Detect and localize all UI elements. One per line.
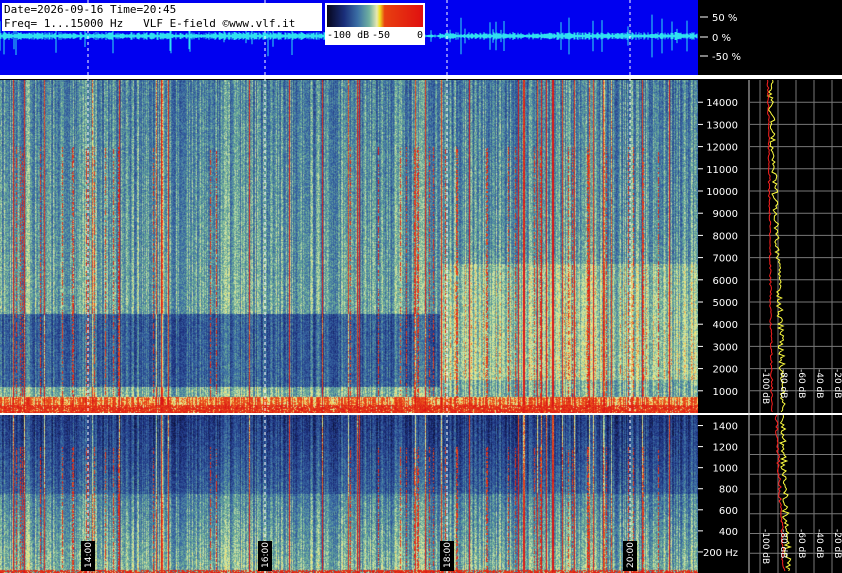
upper-freq-tick-12: 13000: [706, 120, 738, 131]
upper-freq-tick-13: 14000: [706, 98, 738, 109]
time-marker-label-2: 18:00: [443, 542, 453, 568]
spectrum-db-label-lower-2: -60 dB: [796, 529, 806, 558]
spectrum-db-label-upper-4: -20 dB: [832, 369, 842, 398]
color-scale: -100 dB -50 0: [325, 3, 425, 45]
spectrum-db-label-lower-3: -40 dB: [814, 529, 824, 558]
lower-freq-tick-4: 1000: [713, 464, 738, 475]
lower-frequency-axis: 200 Hz 400 600 800 1000 1200 1400: [698, 415, 740, 573]
upper-freq-tick-1: 2000: [713, 365, 738, 376]
spectrum-db-label-upper-1: -80 dB: [778, 369, 788, 398]
spectrum-db-label-lower-0: -100 dB: [760, 529, 770, 564]
upper-freq-tick-9: 10000: [706, 187, 738, 198]
info-header: Date=2026-09-16 Time=20:45 Freq= 1...150…: [2, 3, 322, 31]
spectrum-db-label-upper-0: -100 dB: [760, 369, 770, 404]
color-scale-gradient: [327, 5, 423, 27]
lower-freq-tick-6: 1400: [713, 422, 738, 433]
freq-info-line: Freq= 1...15000 Hz VLF E-field ©www.vlf.…: [4, 17, 296, 30]
upper-freq-tick-2: 3000: [713, 342, 738, 353]
scale-label-max: 0: [417, 30, 424, 41]
lower-freq-tick-2: 600: [719, 506, 738, 517]
lower-freq-tick-0: 200 Hz: [703, 548, 738, 559]
upper-freq-tick-3: 4000: [713, 320, 738, 331]
time-marker-label-1: 16:00: [261, 542, 271, 568]
upper-freq-tick-11: 12000: [706, 143, 738, 154]
lower-freq-tick-5: 1200: [713, 443, 738, 454]
lower-freq-tick-3: 800: [719, 485, 738, 496]
vlf-spectrogram-display: 50 %0 %-50 % 100020003000400050006000700…: [0, 0, 842, 573]
scale-label-mid: -50: [372, 30, 391, 41]
spectrum-db-label-lower-4: -20 dB: [832, 529, 842, 558]
spectrum-db-label-lower-1: -80 dB: [778, 529, 788, 558]
time-marker-label-0: 14:00: [84, 542, 94, 568]
time-marker-label-3: 20:00: [626, 542, 636, 568]
upper-freq-tick-0: 1000: [713, 387, 738, 398]
spectrum-db-label-upper-2: -60 dB: [796, 369, 806, 398]
upper-freq-tick-5: 6000: [713, 276, 738, 287]
upper-frequency-axis: 1000 2000 3000 4000 5000 6000 7000 8000 9000 1000…: [698, 80, 740, 413]
lower-freq-tick-1: 400: [719, 527, 738, 538]
date-time-line: Date=2026-09-16 Time=20:45: [4, 3, 177, 16]
upper-freq-tick-10: 11000: [706, 165, 738, 176]
upper-freq-tick-4: 5000: [713, 298, 738, 309]
spectrogram-upper: 1000 2000 3000 4000 5000 6000 7000 8000 9000 1000…: [0, 80, 740, 413]
spectrum-db-label-upper-3: -40 dB: [814, 369, 824, 398]
waveform-pct-label-1: 0 %: [712, 33, 731, 44]
waveform-pct-label-2: -50 %: [712, 52, 741, 63]
upper-freq-tick-8: 9000: [713, 209, 738, 220]
upper-freq-tick-6: 7000: [713, 254, 738, 265]
waveform-pct-label-0: 50 %: [712, 13, 737, 24]
upper-freq-tick-7: 8000: [713, 231, 738, 242]
scale-label-min: -100 dB: [327, 30, 370, 41]
